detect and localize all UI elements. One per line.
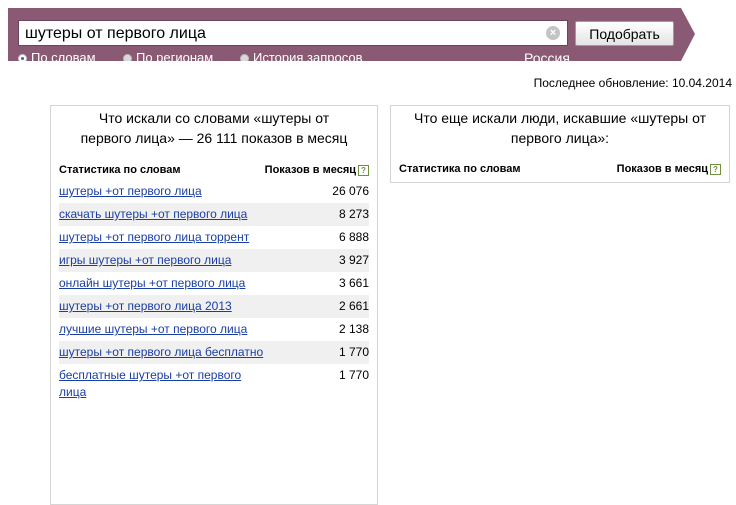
- table-row: шутеры +от первого лица торрент 6 888: [59, 226, 369, 249]
- search-bar: шутеры от первого лица × Подобрать По сл…: [8, 8, 695, 61]
- related-panel: Что еще искали люди, искавшие «шутеры от…: [390, 105, 730, 183]
- mode-by-words[interactable]: По словам: [18, 50, 96, 65]
- search-input[interactable]: шутеры от первого лица ×: [18, 20, 568, 46]
- table-row: игры шутеры +от первого лица 3 927: [59, 249, 369, 272]
- col-shows-header: Показов в месяц?: [617, 160, 721, 178]
- shows-count: 3 661: [338, 276, 369, 290]
- query-link[interactable]: шутеры +от первого лица бесплатно: [59, 341, 264, 364]
- col-shows-label: Показов в месяц: [616, 163, 708, 175]
- mode-label: История запросов: [253, 50, 363, 65]
- region-link[interactable]: Россия: [524, 50, 570, 61]
- table-row: шутеры +от первого лица 2013 2 661: [59, 295, 369, 318]
- query-link[interactable]: скачать шутеры +от первого лица: [59, 203, 264, 226]
- panel-title-line: Что еще искали люди, искавшие «шутеры от: [413, 110, 707, 126]
- panel-title: Что искали со словами «шутеры от первого…: [51, 106, 377, 148]
- query-link[interactable]: шутеры +от первого лица торрент: [59, 226, 264, 249]
- query-link[interactable]: лучшие шутеры +от первого лица: [59, 318, 264, 341]
- results-list: шутеры +от первого лица 26 076 скачать шут…: [59, 180, 369, 404]
- shows-count: 26 076: [332, 184, 369, 198]
- table-row: шутеры +от первого лица бесплатно 1 770: [59, 341, 369, 364]
- help-icon[interactable]: ?: [710, 164, 721, 175]
- radio-unchecked-icon: [123, 54, 132, 61]
- col-stats-header: Статистика по словам: [59, 164, 181, 176]
- search-query-text: шутеры от первого лица: [25, 25, 206, 42]
- col-shows-header: Показов в месяц?: [265, 161, 369, 179]
- radio-unchecked-icon: [240, 54, 249, 61]
- shows-count: 2 138: [338, 322, 369, 336]
- mode-by-regions[interactable]: По регионам: [123, 50, 214, 65]
- col-stats-header: Статистика по словам: [399, 163, 521, 175]
- query-link[interactable]: игры шутеры +от первого лица: [59, 249, 264, 272]
- query-link[interactable]: шутеры +от первого лица 2013: [59, 295, 264, 318]
- shows-count: 2 661: [338, 299, 369, 313]
- table-row: бесплатные шутеры +от первого лица 1 770: [59, 364, 369, 404]
- panel-title-line: первого лица» — 26 111 показов в месяц: [80, 130, 348, 146]
- clear-icon[interactable]: ×: [546, 26, 560, 40]
- mode-label: По словам: [31, 50, 96, 65]
- panel-title-line: первого лица»:: [510, 130, 610, 146]
- column-headers: Статистика по словам Показов в месяц?: [399, 160, 721, 178]
- table-row: лучшие шутеры +от первого лица 2 138: [59, 318, 369, 341]
- submit-button[interactable]: Подобрать: [575, 21, 674, 46]
- query-link[interactable]: онлайн шутеры +от первого лица: [59, 272, 264, 295]
- table-row: скачать шутеры +от первого лица 8 273: [59, 203, 369, 226]
- panel-title-line: Что искали со словами «шутеры от: [98, 110, 330, 126]
- query-link[interactable]: бесплатные шутеры +от первого лица: [59, 364, 264, 404]
- mode-label: По регионам: [136, 50, 214, 65]
- shows-count: 1 770: [338, 368, 369, 382]
- shows-count: 8 273: [338, 207, 369, 221]
- query-link[interactable]: шутеры +от первого лица: [59, 180, 264, 203]
- help-icon[interactable]: ?: [358, 165, 369, 176]
- last-update: Последнее обновление: 10.04.2014: [533, 76, 732, 90]
- table-row: онлайн шутеры +от первого лица 3 661: [59, 272, 369, 295]
- shows-count: 3 927: [338, 253, 369, 267]
- panel-title: Что еще искали люди, искавшие «шутеры от…: [391, 106, 729, 148]
- col-shows-label: Показов в месяц: [264, 164, 356, 176]
- results-panel: Что искали со словами «шутеры от первого…: [50, 105, 378, 505]
- shows-count: 1 770: [338, 345, 369, 359]
- mode-history[interactable]: История запросов: [240, 50, 363, 65]
- radio-checked-icon: [18, 54, 27, 61]
- column-headers: Статистика по словам Показов в месяц?: [59, 161, 369, 179]
- shows-count: 6 888: [338, 230, 369, 244]
- table-row: шутеры +от первого лица 26 076: [59, 180, 369, 203]
